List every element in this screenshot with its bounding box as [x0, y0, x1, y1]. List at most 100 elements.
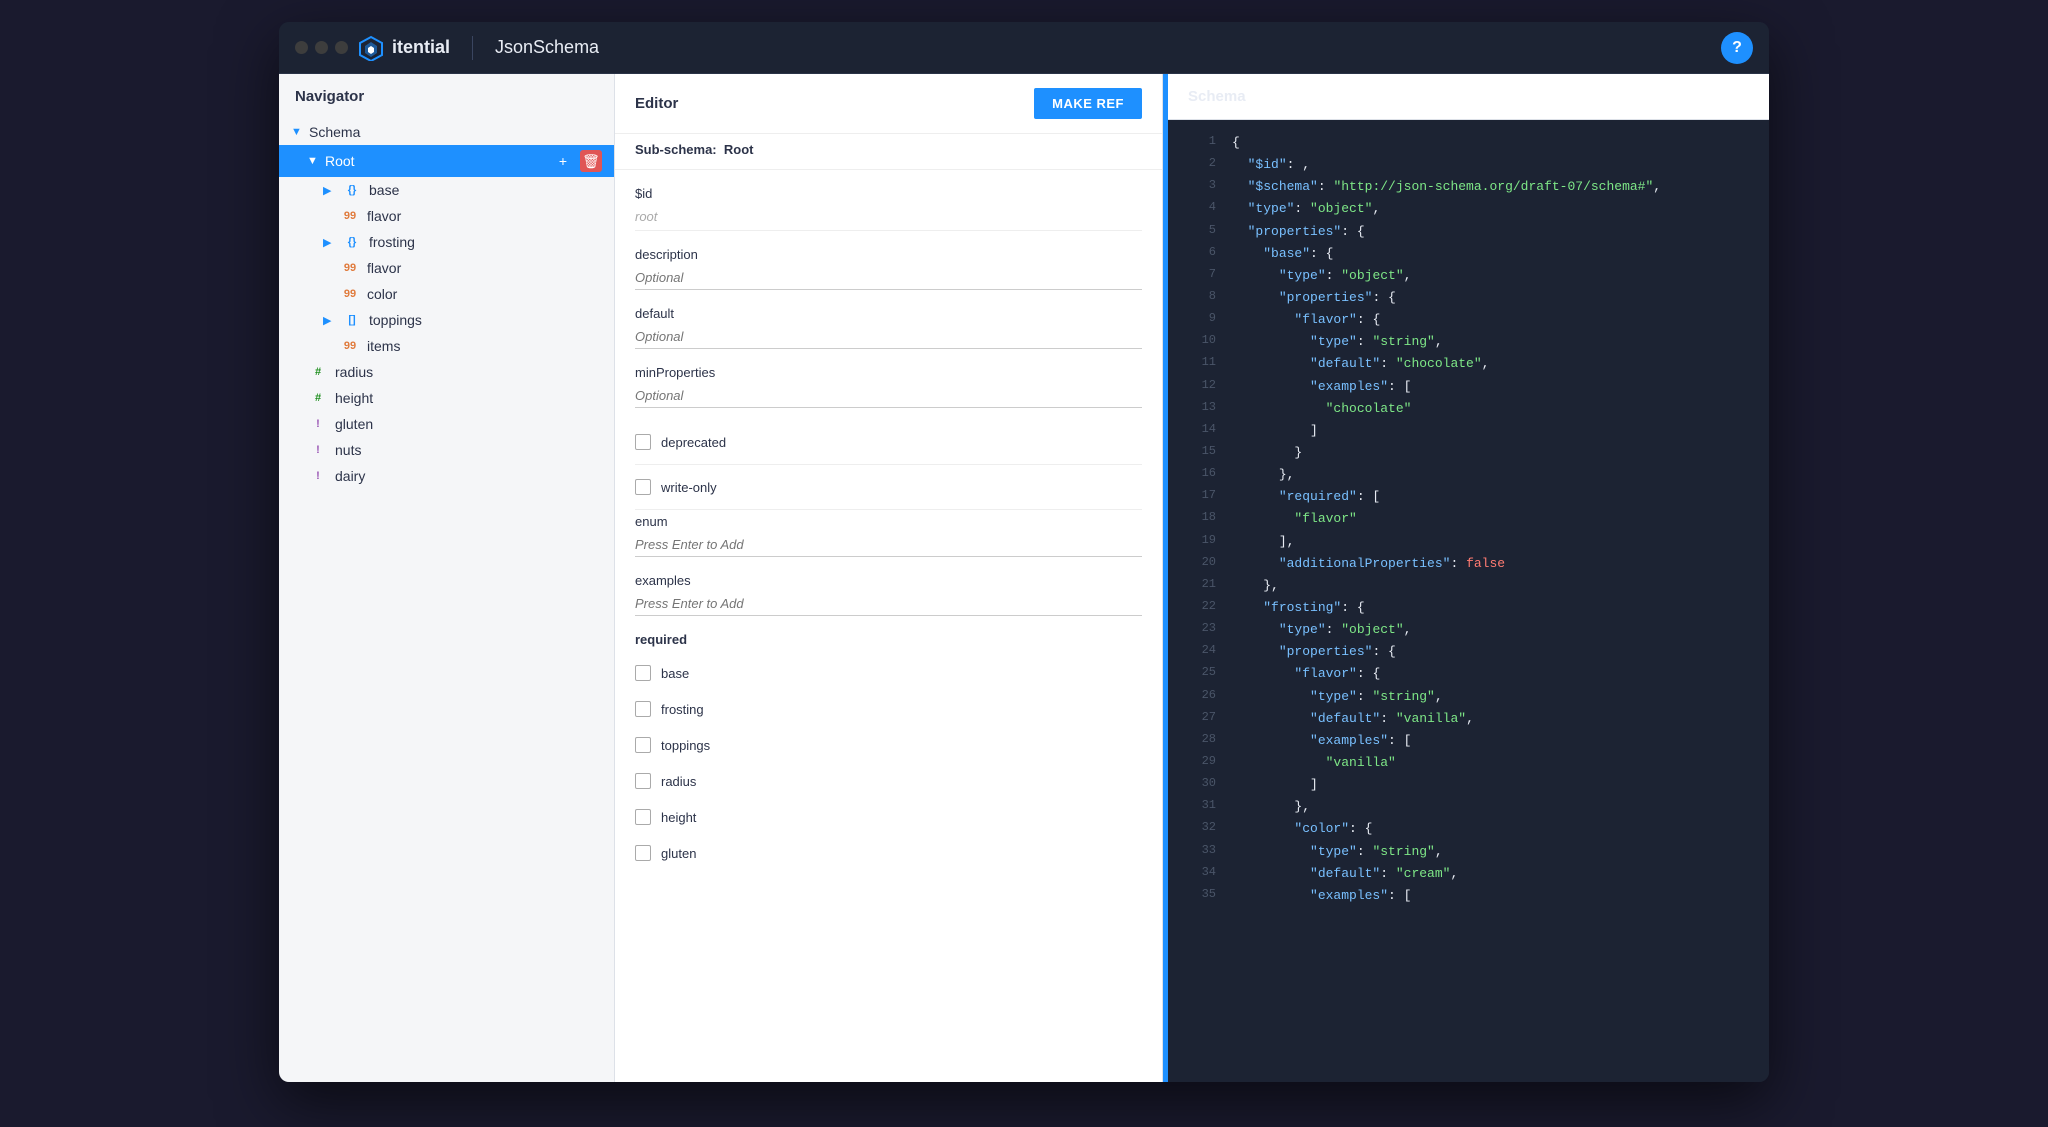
line-content-8: "properties": { — [1232, 288, 1396, 308]
title-divider — [472, 36, 473, 60]
code-line-8: 8 "properties": { — [1168, 287, 1769, 309]
sidebar-item-frosting[interactable]: ▶ {} frosting — [279, 229, 614, 255]
code-line-31: 31 }, — [1168, 796, 1769, 818]
line-num-7: 7 — [1184, 266, 1216, 281]
nuts-label: nuts — [335, 442, 602, 458]
sidebar-item-radius[interactable]: # radius — [279, 359, 614, 385]
toppings-label: toppings — [369, 312, 602, 328]
toppings-type-badge: [] — [341, 314, 363, 326]
code-line-17: 17 "required": [ — [1168, 486, 1769, 508]
root-arrow-icon: ▼ — [307, 155, 319, 167]
line-num-13: 13 — [1184, 399, 1216, 414]
write-only-checkbox[interactable] — [635, 479, 651, 495]
items-type-badge: 99 — [339, 340, 361, 352]
code-line-25: 25 "flavor": { — [1168, 663, 1769, 685]
required-radius-checkbox[interactable] — [635, 773, 651, 789]
delete-root-button[interactable]: 🗑 — [580, 150, 602, 172]
code-line-12: 12 "examples": [ — [1168, 376, 1769, 398]
line-num-26: 26 — [1184, 687, 1216, 702]
code-line-5: 5 "properties": { — [1168, 221, 1769, 243]
required-toppings-label: toppings — [661, 738, 710, 753]
schema-label: Schema — [309, 124, 602, 140]
required-base-checkbox[interactable] — [635, 665, 651, 681]
code-area[interactable]: 1 { 2 "$id": , 3 "$schema": "http://json… — [1168, 120, 1769, 1082]
help-button[interactable]: ? — [1721, 32, 1753, 64]
line-num-3: 3 — [1184, 177, 1216, 192]
sidebar-item-color[interactable]: 99 color — [279, 281, 614, 307]
deprecated-label: deprecated — [661, 435, 726, 450]
line-num-5: 5 — [1184, 222, 1216, 237]
line-num-12: 12 — [1184, 377, 1216, 392]
sub-schema-value: Root — [724, 142, 754, 157]
id-value: root — [635, 205, 1142, 231]
flavor2-type-badge: 99 — [339, 262, 361, 274]
line-content-5: "properties": { — [1232, 222, 1365, 242]
radius-label: radius — [335, 364, 602, 380]
main-content: Navigator ▼ Schema ▼ Root + 🗑 — [279, 74, 1769, 1082]
required-toppings-checkbox[interactable] — [635, 737, 651, 753]
add-property-button[interactable]: + — [552, 150, 574, 172]
line-content-4: "type": "object", — [1232, 199, 1380, 219]
write-only-label: write-only — [661, 480, 717, 495]
description-label: description — [635, 247, 1142, 262]
required-height-checkbox[interactable] — [635, 809, 651, 825]
sidebar-item-base[interactable]: ▶ {} base — [279, 177, 614, 203]
line-content-29: "vanilla" — [1232, 753, 1396, 773]
min-properties-input[interactable] — [635, 384, 1142, 408]
required-item-base: base — [635, 655, 1142, 691]
schema-panel: Schema 1 { 2 "$id": , 3 "$schema": "http… — [1168, 74, 1769, 1082]
line-content-2: "$id": , — [1232, 155, 1310, 175]
line-content-34: "default": "cream", — [1232, 864, 1458, 884]
close-button[interactable] — [295, 41, 308, 54]
line-num-15: 15 — [1184, 443, 1216, 458]
default-input[interactable] — [635, 325, 1142, 349]
line-num-27: 27 — [1184, 709, 1216, 724]
description-input[interactable] — [635, 266, 1142, 290]
line-content-30: ] — [1232, 775, 1318, 795]
code-line-19: 19 ], — [1168, 531, 1769, 553]
maximize-button[interactable] — [335, 41, 348, 54]
line-num-8: 8 — [1184, 288, 1216, 303]
code-line-27: 27 "default": "vanilla", — [1168, 708, 1769, 730]
line-num-18: 18 — [1184, 509, 1216, 524]
line-content-22: "frosting": { — [1232, 598, 1365, 618]
required-gluten-checkbox[interactable] — [635, 845, 651, 861]
code-line-14: 14 ] — [1168, 420, 1769, 442]
sidebar-item-items[interactable]: 99 items — [279, 333, 614, 359]
sidebar-item-toppings[interactable]: ▶ [] toppings — [279, 307, 614, 333]
minimize-button[interactable] — [315, 41, 328, 54]
make-ref-button[interactable]: MAKE REF — [1034, 88, 1142, 119]
line-content-28: "examples": [ — [1232, 731, 1411, 751]
enum-input[interactable] — [635, 533, 1142, 557]
line-content-12: "examples": [ — [1232, 377, 1411, 397]
deprecated-checkbox[interactable] — [635, 434, 651, 450]
sub-schema-label: Sub-schema: — [635, 142, 717, 157]
code-line-34: 34 "default": "cream", — [1168, 863, 1769, 885]
navigator-panel: Navigator ▼ Schema ▼ Root + 🗑 — [279, 74, 615, 1082]
line-content-17: "required": [ — [1232, 487, 1380, 507]
required-frosting-checkbox[interactable] — [635, 701, 651, 717]
sidebar-item-gluten[interactable]: ! gluten — [279, 411, 614, 437]
line-num-11: 11 — [1184, 354, 1216, 369]
line-content-15: } — [1232, 443, 1302, 463]
sidebar-item-height[interactable]: # height — [279, 385, 614, 411]
required-item-toppings: toppings — [635, 727, 1142, 763]
required-base-label: base — [661, 666, 689, 681]
line-content-31: }, — [1232, 797, 1310, 817]
code-line-33: 33 "type": "string", — [1168, 841, 1769, 863]
sidebar-item-flavor-2[interactable]: 99 flavor — [279, 255, 614, 281]
sidebar-item-root[interactable]: ▼ Root + 🗑 — [279, 145, 614, 177]
sidebar-item-dairy[interactable]: ! dairy — [279, 463, 614, 489]
editor-title: Editor — [635, 95, 678, 112]
height-type-badge: # — [307, 392, 329, 404]
examples-input[interactable] — [635, 592, 1142, 616]
field-id: $id root — [635, 186, 1142, 231]
code-line-6: 6 "base": { — [1168, 243, 1769, 265]
radius-type-badge: # — [307, 366, 329, 378]
min-properties-label: minProperties — [635, 365, 1142, 380]
sidebar-item-nuts[interactable]: ! nuts — [279, 437, 614, 463]
sidebar-item-flavor-1[interactable]: 99 flavor — [279, 203, 614, 229]
divider-2 — [635, 509, 1142, 510]
code-line-20: 20 "additionalProperties": false — [1168, 553, 1769, 575]
sidebar-item-schema[interactable]: ▼ Schema — [279, 119, 614, 145]
